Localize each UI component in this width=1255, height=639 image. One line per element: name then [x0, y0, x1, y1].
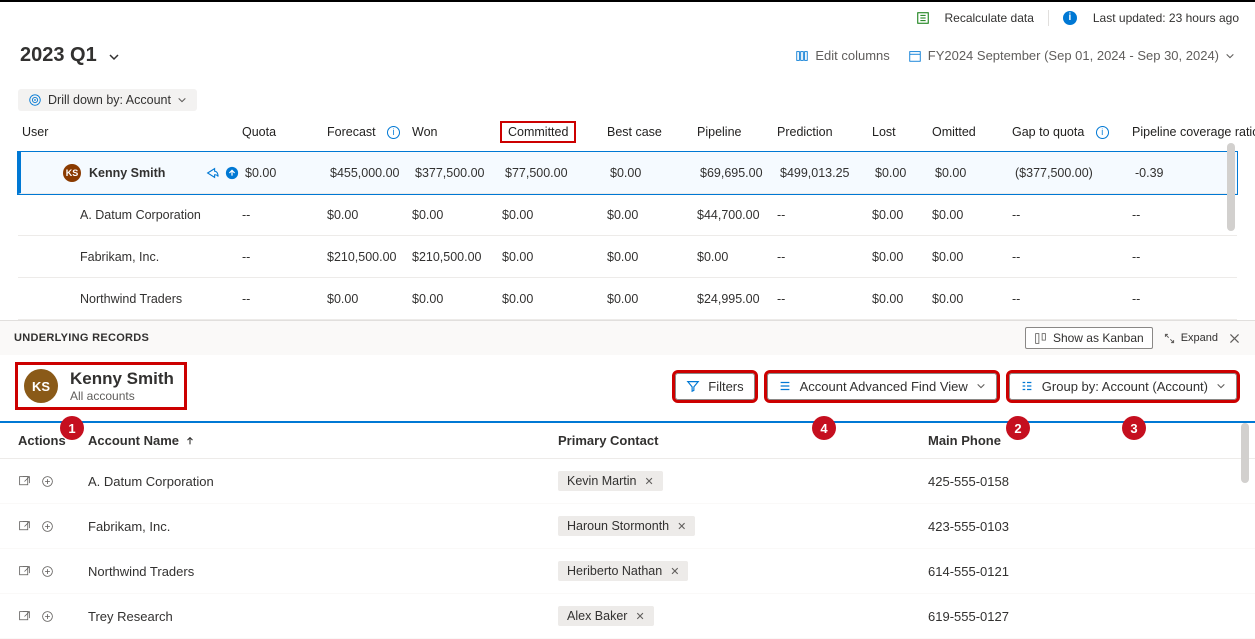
col-bestcase[interactable]: Best case: [607, 125, 697, 139]
col-account[interactable]: Account Name: [88, 433, 558, 448]
last-updated-text: Last updated: 23 hours ago: [1093, 11, 1239, 25]
forecast-header-row: User Quota Forecast i Won Committed Best…: [18, 115, 1237, 152]
recalc-icon: [916, 11, 930, 25]
record-row[interactable]: A. Datum Corporation Kevin Martin✕ 425-5…: [0, 459, 1255, 504]
chevron-down-icon: [108, 51, 118, 61]
remove-icon[interactable]: ✕: [644, 475, 653, 488]
edit-columns-button[interactable]: Edit columns: [795, 48, 889, 63]
callout-2: 2: [1006, 416, 1030, 440]
selected-user-block: KS Kenny Smith All accounts: [18, 365, 184, 407]
col-omitted[interactable]: Omitted: [932, 125, 1012, 139]
col-coverage[interactable]: Pipeline coverage ratio: [1132, 125, 1255, 139]
col-lost[interactable]: Lost: [872, 125, 932, 139]
phone-cell: 619-555-0127: [928, 609, 1248, 624]
callout-1: 1: [60, 416, 84, 440]
view-selector[interactable]: Account Advanced Find View: [767, 373, 997, 400]
calendar-icon: [908, 49, 922, 63]
remove-icon[interactable]: ✕: [677, 520, 686, 533]
expand-button[interactable]: Expand: [1163, 332, 1218, 345]
col-quota[interactable]: Quota: [242, 125, 327, 139]
columns-icon: [795, 49, 809, 63]
add-icon[interactable]: [41, 610, 54, 623]
show-as-kanban-button[interactable]: Show as Kanban: [1025, 327, 1153, 349]
remove-icon[interactable]: ✕: [635, 610, 644, 623]
col-pipeline[interactable]: Pipeline: [697, 125, 777, 139]
col-forecast[interactable]: Forecast i: [327, 125, 412, 139]
col-phone[interactable]: Main Phone: [928, 433, 1248, 448]
forecast-row[interactable]: KS Kenny Smith $0.00$455,000.00$377,500.…: [18, 152, 1237, 194]
record-row[interactable]: Trey Research Alex Baker✕ 619-555-0127: [0, 594, 1255, 639]
filter-icon: [686, 379, 700, 393]
info-icon: i: [1063, 11, 1077, 25]
avatar: KS: [24, 369, 58, 403]
up-arrow-icon[interactable]: [225, 166, 239, 180]
share-icon[interactable]: [205, 166, 219, 180]
phone-cell: 425-555-0158: [928, 474, 1248, 489]
scrollbar[interactable]: [1227, 143, 1235, 231]
contact-chip[interactable]: Alex Baker✕: [558, 606, 654, 626]
target-icon: [28, 93, 42, 107]
detail-scope: All accounts: [70, 389, 174, 403]
open-icon[interactable]: [18, 475, 31, 488]
col-gap[interactable]: Gap to quota i: [1012, 125, 1132, 139]
kanban-icon: [1034, 332, 1047, 345]
group-icon: [1020, 379, 1034, 393]
avatar: KS: [63, 164, 81, 182]
filters-button[interactable]: Filters: [675, 373, 754, 400]
forecast-row[interactable]: A. Datum Corporation --$0.00$0.00$0.00$0…: [18, 194, 1237, 236]
scrollbar[interactable]: [1241, 423, 1249, 483]
account-name: Fabrikam, Inc.: [80, 250, 159, 264]
add-icon[interactable]: [41, 565, 54, 578]
col-prediction[interactable]: Prediction: [777, 125, 872, 139]
open-icon[interactable]: [18, 520, 31, 533]
user-name: Kenny Smith: [89, 166, 165, 180]
contact-chip[interactable]: Kevin Martin✕: [558, 471, 663, 491]
phone-cell: 423-555-0103: [928, 519, 1248, 534]
callout-3: 3: [1122, 416, 1146, 440]
col-user[interactable]: User: [22, 125, 242, 139]
underlying-title: UNDERLYING RECORDS: [14, 332, 149, 344]
record-row[interactable]: Northwind Traders Heriberto Nathan✕ 614-…: [0, 549, 1255, 594]
chevron-down-icon: [177, 95, 187, 105]
open-icon[interactable]: [18, 610, 31, 623]
detail-user-name: Kenny Smith: [70, 369, 174, 389]
record-row[interactable]: Fabrikam, Inc. Haroun Stormonth✕ 423-555…: [0, 504, 1255, 549]
account-cell: Fabrikam, Inc.: [88, 519, 558, 534]
col-committed[interactable]: Committed: [502, 123, 607, 141]
info-icon[interactable]: i: [1096, 126, 1109, 139]
contact-chip[interactable]: Haroun Stormonth✕: [558, 516, 695, 536]
phone-cell: 614-555-0121: [928, 564, 1248, 579]
col-contact[interactable]: Primary Contact: [558, 433, 928, 448]
sort-up-icon: [185, 436, 195, 446]
add-icon[interactable]: [41, 475, 54, 488]
open-icon[interactable]: [18, 565, 31, 578]
records-header: Actions Account Name Primary Contact Mai…: [0, 423, 1255, 459]
chevron-down-icon: [976, 381, 986, 391]
account-cell: Northwind Traders: [88, 564, 558, 579]
page-title[interactable]: 2023 Q1: [20, 44, 118, 67]
chevron-down-icon: [1216, 381, 1226, 391]
close-icon[interactable]: [1228, 332, 1241, 345]
expand-icon: [1163, 332, 1176, 345]
add-icon[interactable]: [41, 520, 54, 533]
divider: [1048, 10, 1049, 26]
account-name: Northwind Traders: [80, 292, 182, 306]
info-icon[interactable]: i: [387, 126, 400, 139]
col-won[interactable]: Won: [412, 125, 502, 139]
contact-chip[interactable]: Heriberto Nathan✕: [558, 561, 688, 581]
forecast-row[interactable]: Fabrikam, Inc. --$210,500.00$210,500.00$…: [18, 236, 1237, 278]
chevron-down-icon: [1225, 51, 1235, 61]
recalculate-link[interactable]: Recalculate data: [944, 11, 1033, 25]
account-cell: A. Datum Corporation: [88, 474, 558, 489]
groupby-selector[interactable]: Group by: Account (Account): [1009, 373, 1237, 400]
list-icon: [778, 379, 792, 393]
account-name: A. Datum Corporation: [80, 208, 201, 222]
remove-icon[interactable]: ✕: [670, 565, 679, 578]
forecast-row[interactable]: Northwind Traders --$0.00$0.00$0.00$0.00…: [18, 278, 1237, 320]
date-range-picker[interactable]: FY2024 September (Sep 01, 2024 - Sep 30,…: [908, 48, 1235, 63]
drilldown-pill[interactable]: Drill down by: Account: [18, 89, 197, 111]
account-cell: Trey Research: [88, 609, 558, 624]
callout-4: 4: [812, 416, 836, 440]
